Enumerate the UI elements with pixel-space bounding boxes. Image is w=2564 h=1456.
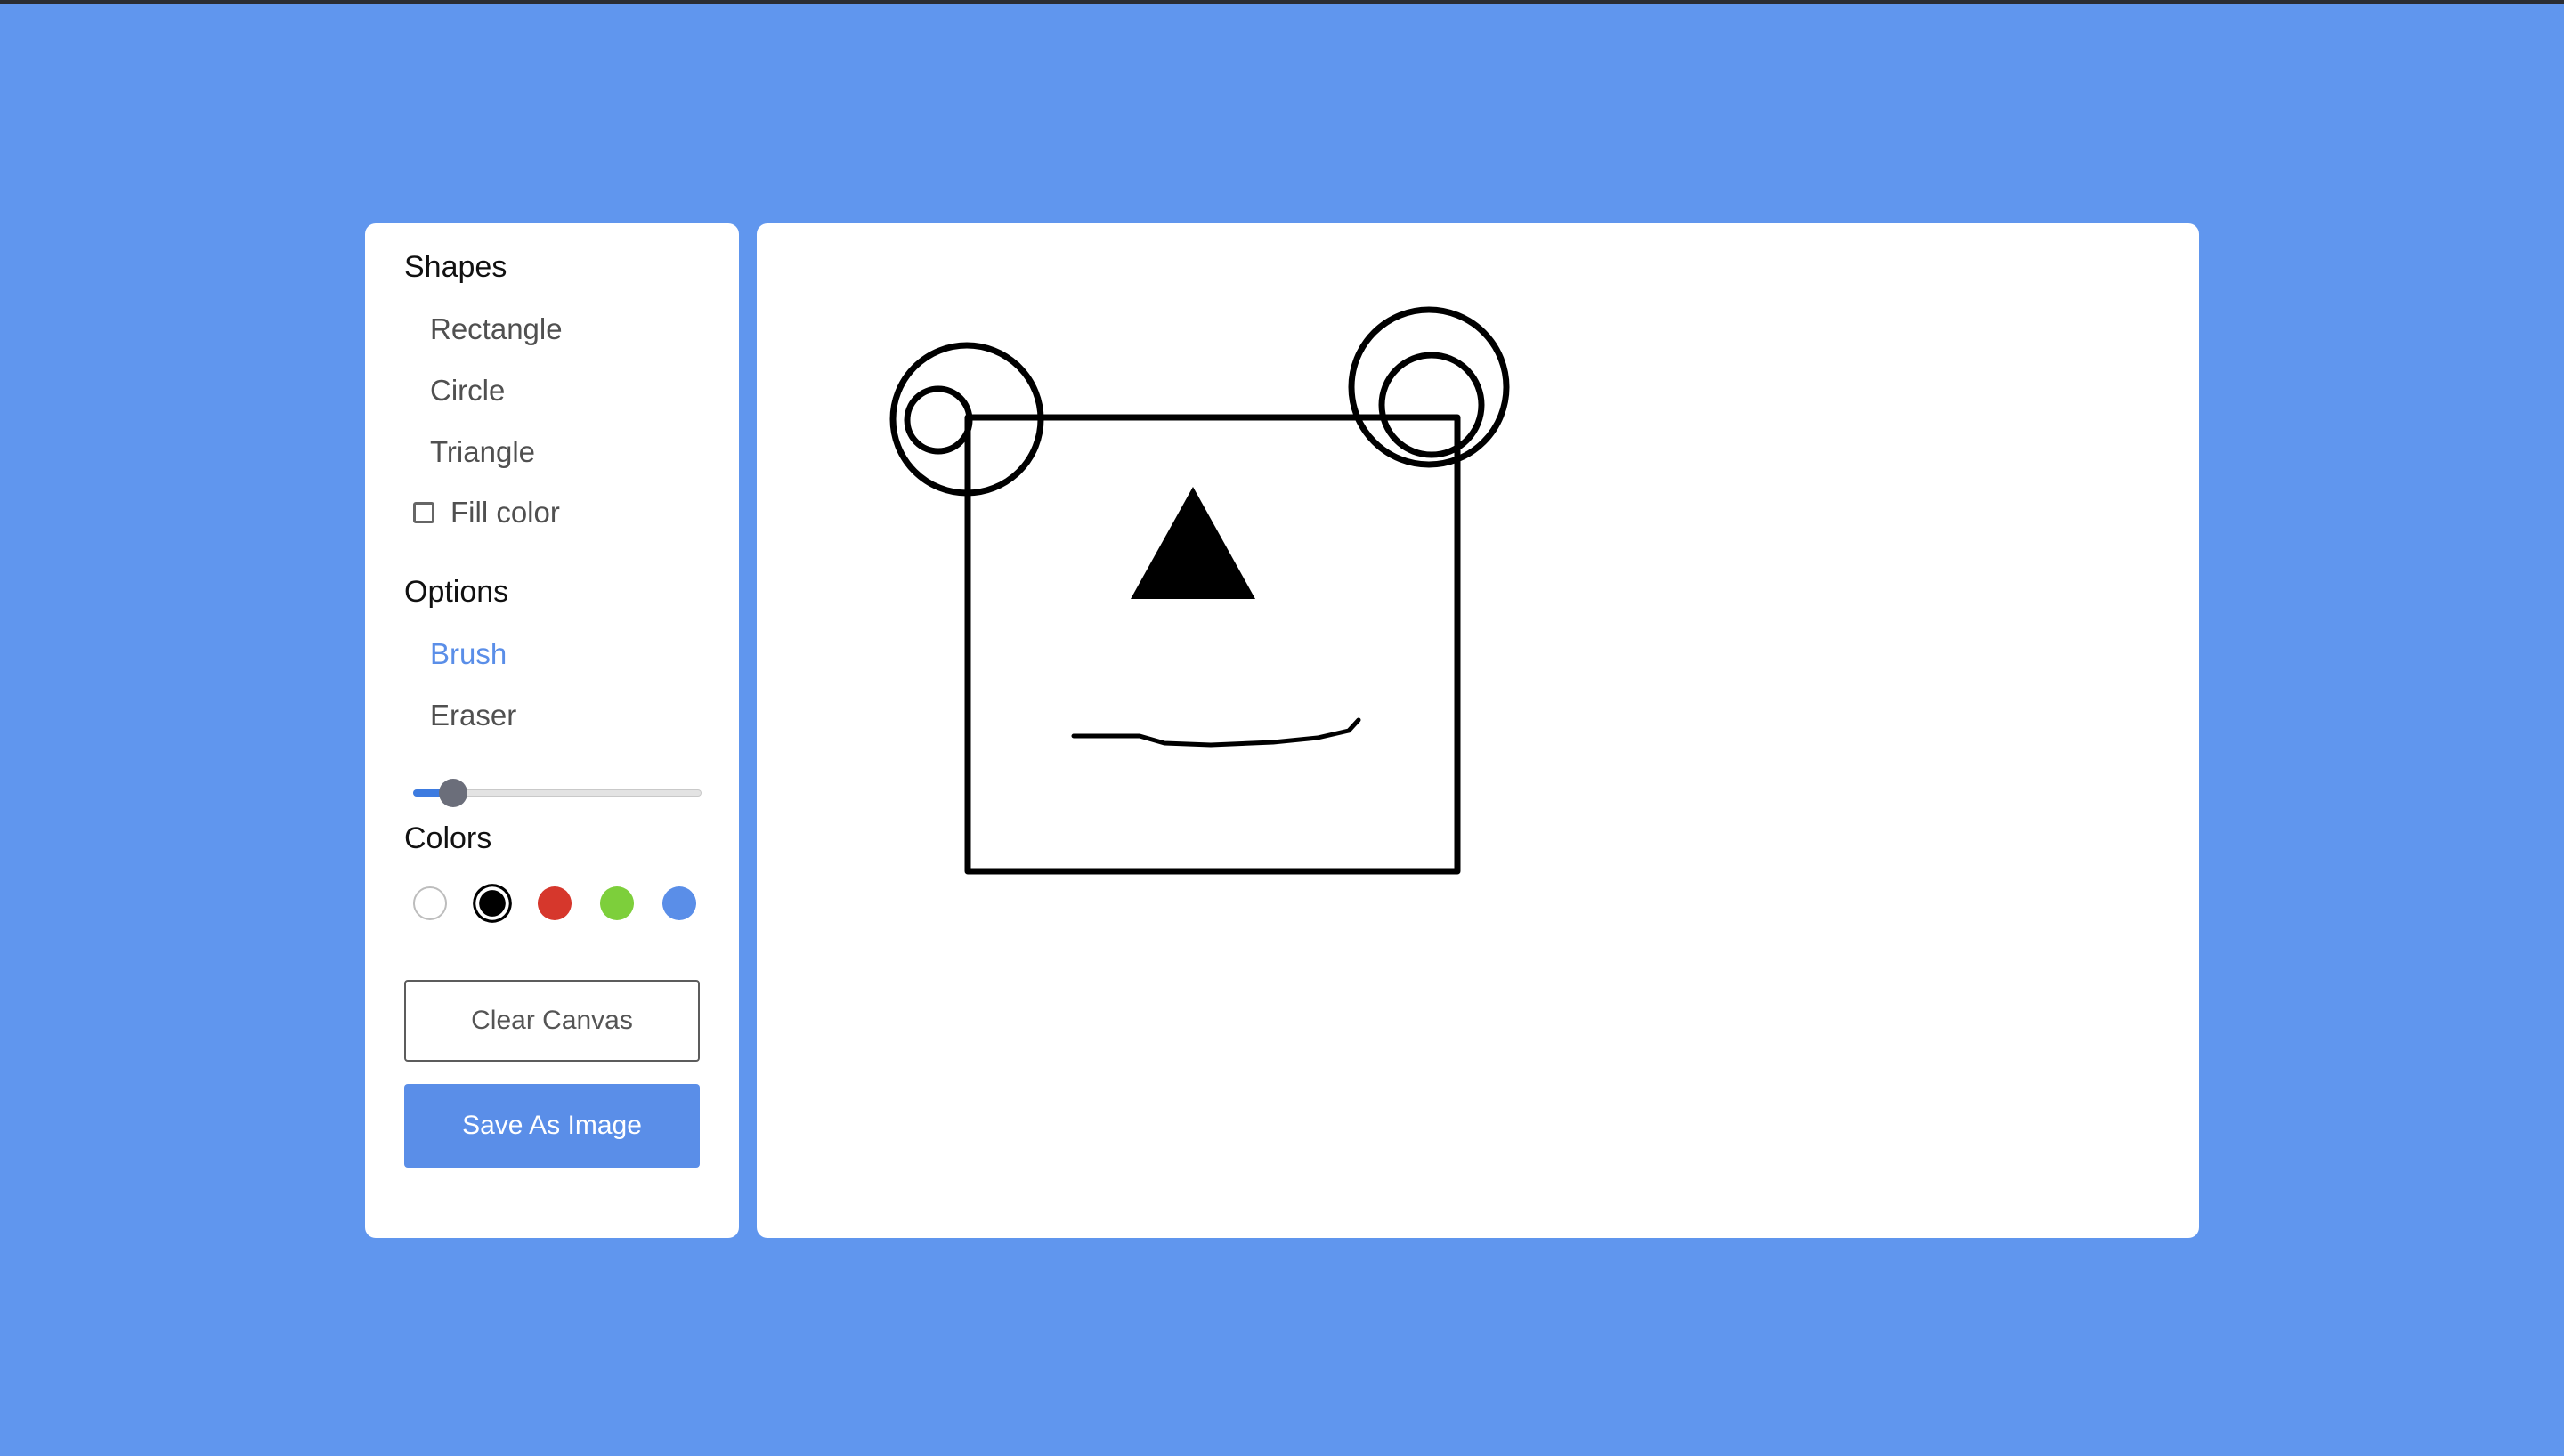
shapes-title: Shapes	[404, 250, 507, 284]
fill-color-checkbox[interactable]: Fill color	[413, 496, 560, 530]
drawn-triangle	[1131, 487, 1255, 599]
option-eraser[interactable]: Eraser	[430, 699, 516, 732]
drawn-circle-right-inner	[1378, 352, 1485, 458]
drawing-surface[interactable]	[757, 223, 2199, 1238]
option-brush-label: Brush	[430, 637, 507, 670]
color-swatch-black[interactable]	[479, 890, 506, 917]
drawn-rectangle	[964, 414, 1461, 875]
option-brush[interactable]: Brush	[430, 637, 507, 671]
save-as-image-button[interactable]: Save As Image	[404, 1084, 700, 1168]
color-swatch-blue[interactable]	[662, 886, 696, 920]
colors-title: Colors	[404, 821, 492, 855]
color-swatches	[413, 886, 696, 920]
clear-canvas-button[interactable]: Clear Canvas	[404, 980, 700, 1062]
fill-color-label: Fill color	[450, 496, 560, 529]
color-swatch-red[interactable]	[538, 886, 572, 920]
shape-rectangle[interactable]: Rectangle	[430, 312, 563, 346]
shape-rectangle-label: Rectangle	[430, 312, 563, 345]
options-title: Options	[404, 575, 509, 609]
brush-size-slider[interactable]	[413, 775, 702, 811]
slider-thumb[interactable]	[438, 779, 467, 807]
color-swatch-green[interactable]	[600, 886, 634, 920]
shape-triangle[interactable]: Triangle	[430, 435, 535, 469]
drawn-circle-right-outer	[1348, 306, 1510, 468]
shape-circle[interactable]: Circle	[430, 374, 505, 408]
window-top-border	[0, 0, 2564, 4]
checkbox-box-icon[interactable]	[413, 502, 434, 523]
toolbox-panel: Shapes Rectangle Circle Triangle Fill co…	[365, 223, 739, 1238]
drawn-circle-left-inner	[904, 385, 973, 455]
shape-circle-label: Circle	[430, 374, 506, 407]
drawing-canvas[interactable]	[757, 223, 2199, 1238]
shape-triangle-label: Triangle	[430, 435, 535, 468]
drawn-brush-stroke	[1071, 717, 1361, 748]
color-swatch-white[interactable]	[413, 886, 447, 920]
option-eraser-label: Eraser	[430, 699, 517, 732]
